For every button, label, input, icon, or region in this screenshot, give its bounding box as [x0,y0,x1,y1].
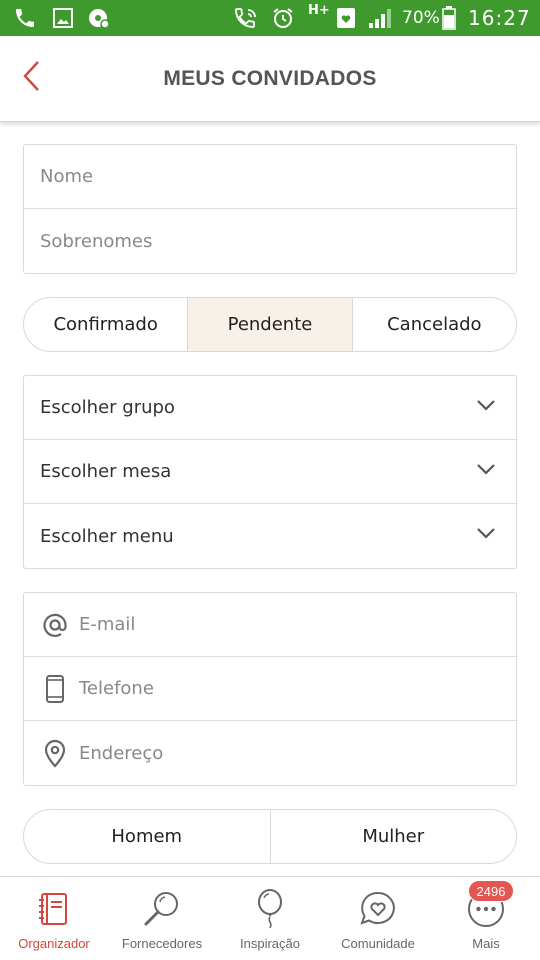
status-cancelled-option[interactable]: Cancelado [353,298,516,351]
contact-fields-group: E-mail Telefone Endereço [23,592,517,786]
battery-percent: 70% [402,8,440,28]
magnifier-icon [140,887,184,931]
last-name-placeholder: Sobrenomes [40,230,153,252]
shield-heart-icon [334,6,358,30]
tab-label: Mais [472,936,500,951]
chevron-down-icon [476,398,496,417]
tab-label: Organizador [18,936,90,951]
phone-field[interactable]: Telefone [24,657,516,721]
alarm-icon [270,6,296,30]
balloon-icon [248,887,292,931]
location-pin-icon [40,737,70,769]
signal-icon [366,6,394,30]
notification-badge: 2496 [468,880,514,902]
tab-fornecedores[interactable]: Fornecedores [108,877,216,960]
smartphone-icon [40,673,70,705]
first-name-placeholder: Nome [40,166,94,187]
menu-select-label: Escolher menu [40,525,174,547]
gender-female-option[interactable]: Mulher [271,810,517,863]
gender-male-option[interactable]: Homem [24,810,271,863]
at-sign-icon [40,609,70,641]
network-type: H+ [308,3,330,18]
tab-label: Comunidade [341,936,415,951]
group-select[interactable]: Escolher grupo [24,376,516,440]
page-title: MEUS CONVIDADOS [163,67,377,90]
tab-label: Inspiração [240,936,300,951]
battery-icon [440,6,458,30]
table-select-label: Escolher mesa [40,461,172,482]
tab-comunidade[interactable]: Comunidade [324,877,432,960]
wifi-call-icon [232,6,260,30]
group-select-label: Escolher grupo [40,397,175,418]
menu-select[interactable]: Escolher menu [24,504,516,568]
tab-label: Fornecedores [121,936,203,951]
chevron-down-icon [476,462,496,481]
status-bar: H+ 70% 16:27 [0,0,540,36]
first-name-field[interactable]: Nome [24,145,516,209]
tab-inspiracao[interactable]: Inspiração [216,877,324,960]
last-name-field[interactable]: Sobrenomes [24,209,516,273]
notebook-icon [32,887,76,931]
table-select[interactable]: Escolher mesa [24,440,516,504]
chevron-down-icon [476,526,496,545]
chat-heart-icon [356,887,400,931]
address-field[interactable]: Endereço [24,721,516,785]
settings-notification-icon [86,6,112,30]
email-field[interactable]: E-mail [24,593,516,657]
gallery-icon [50,6,76,30]
status-confirmed-option[interactable]: Confirmado [24,298,189,351]
assignment-selects-group: Escolher grupo Escolher mesa Escolher me… [23,375,517,569]
status-pending-option[interactable]: Pendente [188,298,353,351]
gender-segment: Homem Mulher [23,809,517,864]
name-fields-group: Nome Sobrenomes [23,144,517,274]
rsvp-status-segment: Confirmado Pendente Cancelado [23,297,517,352]
bottom-tab-bar: Organizador Fornecedores Inspiração Comu… [0,876,540,960]
tab-organizador[interactable]: Organizador [0,877,108,960]
clock: 16:27 [468,6,531,30]
app-header: MEUS CONVIDADOS [0,36,540,122]
phone-call-icon [12,6,38,30]
